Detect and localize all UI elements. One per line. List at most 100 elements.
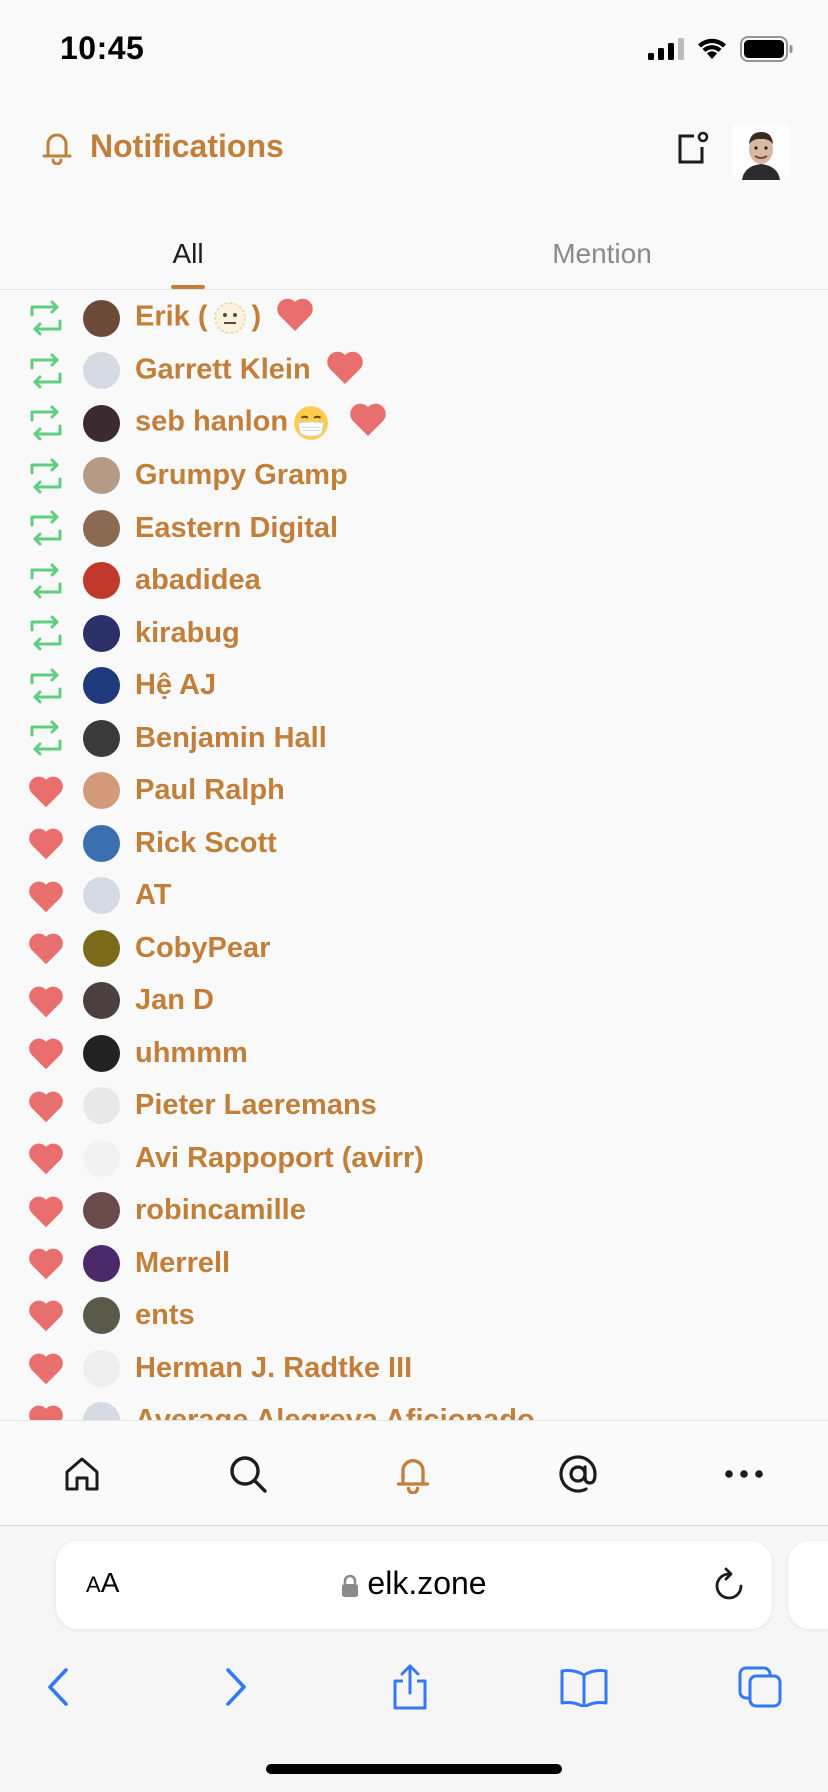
notification-account-name[interactable]: Eastern Digital xyxy=(135,512,338,545)
notification-account-name[interactable]: seb hanlon xyxy=(135,401,388,445)
favourite-notification[interactable]: Paul Ralph xyxy=(0,764,828,817)
avatar[interactable] xyxy=(83,772,120,810)
favourite-notification[interactable]: Herman J. Radtke III xyxy=(0,1342,828,1395)
favourite-notification[interactable]: CobyPear xyxy=(0,922,828,975)
favourite-notification[interactable]: uhmmm xyxy=(0,1027,828,1080)
avatar[interactable] xyxy=(83,1349,120,1387)
notification-account-name[interactable]: Paul Ralph xyxy=(135,774,285,807)
favourite-notification[interactable]: AT xyxy=(0,869,828,922)
favourite-notification[interactable]: Average Alegreya Aficionado xyxy=(0,1394,828,1420)
tab-all[interactable]: All xyxy=(140,218,236,290)
notification-account-name[interactable]: Hệ AJ xyxy=(135,669,216,702)
notification-account-name[interactable]: Herman J. Radtke III xyxy=(135,1352,412,1385)
avatar[interactable] xyxy=(83,1087,120,1125)
reblog-notification[interactable]: Grumpy Gramp xyxy=(0,449,828,502)
avatar[interactable] xyxy=(83,1192,120,1230)
tabs-button[interactable] xyxy=(730,1657,790,1717)
nav-search-button[interactable] xyxy=(221,1447,275,1501)
reblog-notification[interactable]: Benjamin Hall xyxy=(0,712,828,765)
favourited-heart-icon xyxy=(275,296,315,340)
favourite-notification[interactable]: robincamille xyxy=(0,1184,828,1237)
user-avatar[interactable] xyxy=(732,122,790,180)
avatar[interactable] xyxy=(83,352,120,390)
notification-account-name[interactable]: Benjamin Hall xyxy=(135,722,327,755)
avatar[interactable] xyxy=(83,719,120,757)
reblog-notification[interactable]: abadidea xyxy=(0,554,828,607)
heart-icon xyxy=(24,769,68,813)
avatar[interactable] xyxy=(83,509,120,547)
favourite-notification[interactable]: Jan D xyxy=(0,974,828,1027)
reblog-notification[interactable]: Erik ( ) xyxy=(0,292,828,345)
notification-account-name[interactable]: Avi Rappoport (avirr) xyxy=(135,1142,424,1175)
reblog-notification[interactable]: Hệ AJ xyxy=(0,659,828,712)
forward-button[interactable] xyxy=(206,1657,266,1717)
notification-account-name[interactable]: Merrell xyxy=(135,1247,230,1280)
at-icon xyxy=(559,1455,597,1493)
nav-more-button[interactable] xyxy=(717,1447,771,1501)
notification-account-name[interactable]: kirabug xyxy=(135,617,240,650)
notification-account-name[interactable]: Rick Scott xyxy=(135,827,277,860)
account-name-suffix: ) xyxy=(251,300,262,333)
account-display-name: Jan D xyxy=(135,984,214,1017)
avatar[interactable] xyxy=(83,1402,120,1420)
avatar[interactable] xyxy=(83,457,120,495)
heart-icon xyxy=(24,1031,68,1075)
avatar[interactable] xyxy=(83,562,120,600)
search-icon xyxy=(230,1456,267,1493)
url-display[interactable]: elk.zone xyxy=(56,1565,772,1602)
favourite-notification[interactable]: ents xyxy=(0,1289,828,1342)
favourite-notification[interactable]: Avi Rappoport (avirr) xyxy=(0,1132,828,1185)
avatar[interactable] xyxy=(83,1034,120,1072)
notification-account-name[interactable]: CobyPear xyxy=(135,932,270,965)
avatar[interactable] xyxy=(83,1297,120,1335)
avatar[interactable] xyxy=(83,982,120,1020)
notification-account-name[interactable]: Pieter Laeremans xyxy=(135,1089,377,1122)
nav-notifications-button[interactable] xyxy=(386,1447,440,1501)
notification-account-name[interactable]: robincamille xyxy=(135,1194,306,1227)
compose-button[interactable] xyxy=(674,130,710,166)
bookmarks-button[interactable] xyxy=(554,1657,614,1717)
favourite-notification[interactable]: Pieter Laeremans xyxy=(0,1079,828,1132)
heart-icon xyxy=(29,1038,63,1070)
reblog-notification[interactable]: Eastern Digital xyxy=(0,502,828,555)
page-title: Notifications xyxy=(90,128,284,164)
app-header: Notifications All Mention xyxy=(0,100,828,290)
notification-list[interactable]: Erik ( ) Garrett Klein seb hanlon Grumpy… xyxy=(0,292,828,1420)
account-display-name: Herman J. Radtke III xyxy=(135,1351,413,1384)
avatar[interactable] xyxy=(83,1244,120,1282)
url-bar[interactable]: AA elk.zone xyxy=(56,1541,772,1629)
notification-account-name[interactable]: Erik ( ) xyxy=(135,296,315,340)
back-button[interactable] xyxy=(28,1657,88,1717)
notification-account-name[interactable]: ents xyxy=(135,1299,195,1332)
nav-mentions-button[interactable] xyxy=(551,1447,605,1501)
notification-account-name[interactable]: abadidea xyxy=(135,564,261,597)
account-display-name: Average Alegreya Aficionado xyxy=(135,1404,535,1420)
nav-home-button[interactable] xyxy=(55,1447,109,1501)
tab-mention[interactable]: Mention xyxy=(520,218,684,290)
notification-account-name[interactable]: AT xyxy=(135,879,172,912)
avatar[interactable] xyxy=(83,667,120,705)
next-tab-preview[interactable] xyxy=(788,1541,828,1629)
avatar[interactable] xyxy=(83,877,120,915)
reblog-notification[interactable]: Garrett Klein xyxy=(0,344,828,397)
reblog-notification[interactable]: seb hanlon xyxy=(0,397,828,450)
reload-icon xyxy=(715,1567,743,1600)
avatar[interactable] xyxy=(83,824,120,862)
notification-account-name[interactable]: Grumpy Gramp xyxy=(135,459,348,492)
avatar[interactable] xyxy=(83,614,120,652)
notification-account-name[interactable]: Jan D xyxy=(135,984,214,1017)
avatar[interactable] xyxy=(83,299,120,337)
notification-account-name[interactable]: uhmmm xyxy=(135,1037,248,1070)
reblog-notification[interactable]: kirabug xyxy=(0,607,828,660)
avatar[interactable] xyxy=(83,929,120,967)
favourite-notification[interactable]: Rick Scott xyxy=(0,817,828,870)
reblog-icon xyxy=(30,563,62,599)
account-display-name: abadidea xyxy=(135,564,261,597)
notification-account-name[interactable]: Average Alegreya Aficionado xyxy=(135,1404,535,1420)
reload-button[interactable] xyxy=(712,1565,746,1608)
notification-account-name[interactable]: Garrett Klein xyxy=(135,349,365,393)
favourite-notification[interactable]: Merrell xyxy=(0,1237,828,1290)
share-button[interactable] xyxy=(380,1657,440,1717)
avatar[interactable] xyxy=(83,1139,120,1177)
avatar[interactable] xyxy=(83,404,120,442)
